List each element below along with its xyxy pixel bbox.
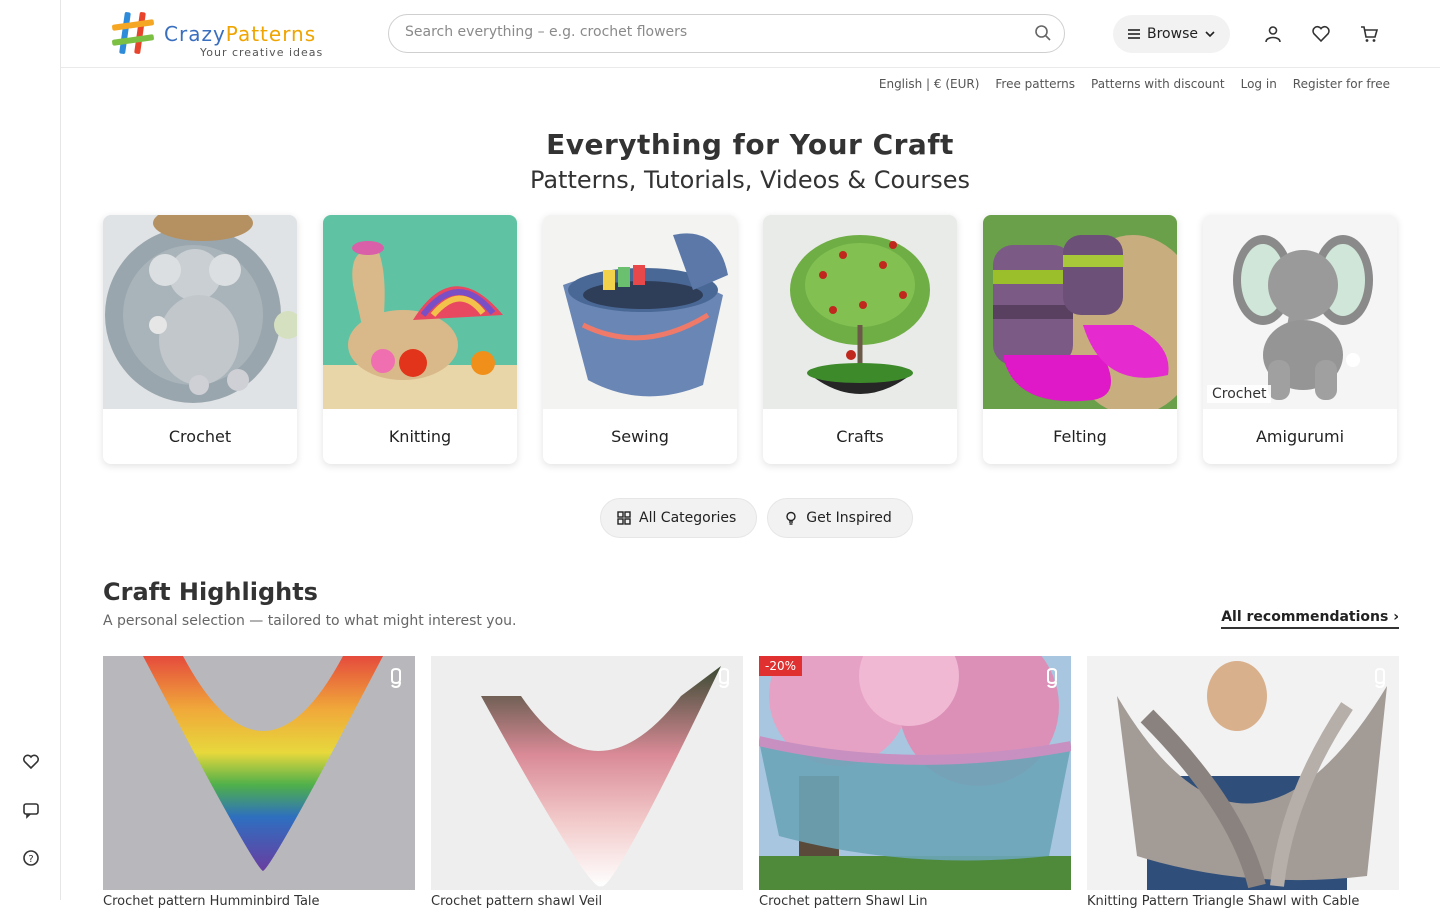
browse-label: Browse: [1147, 26, 1198, 42]
search-box[interactable]: [388, 14, 1065, 53]
designer-logo-icon: [391, 668, 401, 688]
category-badge: Crochet: [1207, 385, 1272, 403]
category-label: Crafts: [836, 427, 884, 446]
designer-logo-icon: [719, 668, 729, 688]
category-label: Knitting: [388, 427, 452, 446]
category-card-crochet[interactable]: Crochet: [103, 215, 297, 464]
chat-icon[interactable]: [20, 799, 42, 821]
product-card[interactable]: Crochet pattern Humminbird Tale: [103, 656, 415, 916]
help-icon[interactable]: ?: [20, 847, 42, 869]
login-link[interactable]: Log in: [1241, 77, 1277, 91]
site-header: CrazyPatterns Your creative ideas Browse: [61, 0, 1440, 68]
category-image: [543, 215, 737, 409]
product-title[interactable]: Crochet pattern shawl Veil: [431, 894, 602, 909]
free-patterns-link[interactable]: Free patterns: [995, 77, 1075, 91]
all-recommendations-link[interactable]: All recommendations ›: [1221, 609, 1399, 629]
product-card[interactable]: Crochet pattern shawl Veil: [431, 656, 743, 916]
browse-button[interactable]: Browse: [1113, 15, 1230, 53]
category-label: Crochet: [168, 427, 232, 446]
all-categories-label: All Categories: [639, 510, 737, 526]
category-card-amigurumi[interactable]: Crochet Amigurumi: [1203, 215, 1397, 464]
hero-subtitle: Patterns, Tutorials, Videos & Courses: [529, 166, 971, 194]
product-card[interactable]: Knitting Pattern Triangle Shawl with Cab…: [1087, 656, 1399, 916]
category-actions: All Categories Get Inspired: [600, 498, 913, 538]
product-image: [431, 656, 743, 890]
get-inspired-label: Get Inspired: [806, 510, 892, 526]
all-recommendations-label: All recommendations: [1221, 609, 1389, 625]
category-label: Sewing: [611, 427, 669, 446]
brand-tagline: Your creative ideas: [200, 46, 324, 59]
svg-text:?: ?: [28, 854, 33, 865]
category-image: [983, 215, 1177, 409]
chevron-down-icon: [1205, 31, 1215, 38]
category-image: [1203, 215, 1397, 409]
category-card-crafts[interactable]: Crafts: [763, 215, 957, 464]
top-links: English | € (EUR) Free patterns Patterns…: [879, 77, 1390, 91]
section-title: Craft Highlights: [103, 578, 318, 606]
brand-name: CrazyPatterns: [164, 22, 317, 46]
product-image: [1087, 656, 1399, 890]
language-currency-link[interactable]: English | € (EUR): [879, 77, 980, 91]
search-icon[interactable]: [1034, 24, 1052, 42]
category-label: Amigurumi: [1255, 427, 1345, 446]
product-image: [103, 656, 415, 890]
heart-icon[interactable]: [20, 751, 42, 773]
designer-logo-icon: [1375, 668, 1385, 688]
get-inspired-button[interactable]: Get Inspired: [767, 498, 913, 538]
category-image: [323, 215, 517, 409]
register-link[interactable]: Register for free: [1293, 77, 1390, 91]
category-label: Felting: [1053, 427, 1107, 446]
section-subtitle: A personal selection — tailored to what …: [103, 613, 517, 629]
highlights-list: Crochet pattern Humminbird Tale Crochet …: [103, 656, 1399, 916]
user-icon[interactable]: [1263, 24, 1283, 44]
wishlist-heart-icon[interactable]: [1311, 24, 1331, 44]
product-title[interactable]: Knitting Pattern Triangle Shawl with Cab…: [1087, 894, 1359, 909]
product-title[interactable]: Crochet pattern Humminbird Tale: [103, 894, 320, 909]
search-input[interactable]: [405, 24, 1025, 40]
product-image: [759, 656, 1071, 890]
logo-mark: [112, 12, 154, 54]
logo[interactable]: CrazyPatterns Your creative ideas: [110, 10, 340, 59]
hero-title: Everything for Your Craft: [546, 128, 954, 161]
category-grid: Crochet Knitting Sewing Crafts Felting C…: [103, 215, 1397, 464]
category-image: [763, 215, 957, 409]
arrow-right-icon: ›: [1393, 609, 1399, 625]
category-image: [103, 215, 297, 409]
discount-badge: -20%: [759, 656, 803, 676]
category-card-felting[interactable]: Felting: [983, 215, 1177, 464]
category-card-sewing[interactable]: Sewing: [543, 215, 737, 464]
menu-icon: [1128, 29, 1140, 39]
grid-icon: [617, 511, 631, 525]
cart-icon[interactable]: [1359, 24, 1379, 44]
product-card[interactable]: -20% Crochet pattern Shawl Lin: [759, 656, 1071, 916]
discount-patterns-link[interactable]: Patterns with discount: [1091, 77, 1225, 91]
product-title[interactable]: Crochet pattern Shawl Lin: [759, 894, 928, 909]
designer-logo-icon: [1047, 668, 1057, 688]
all-categories-button[interactable]: All Categories: [600, 498, 758, 538]
category-card-knitting[interactable]: Knitting: [323, 215, 517, 464]
lightbulb-icon: [786, 511, 796, 525]
